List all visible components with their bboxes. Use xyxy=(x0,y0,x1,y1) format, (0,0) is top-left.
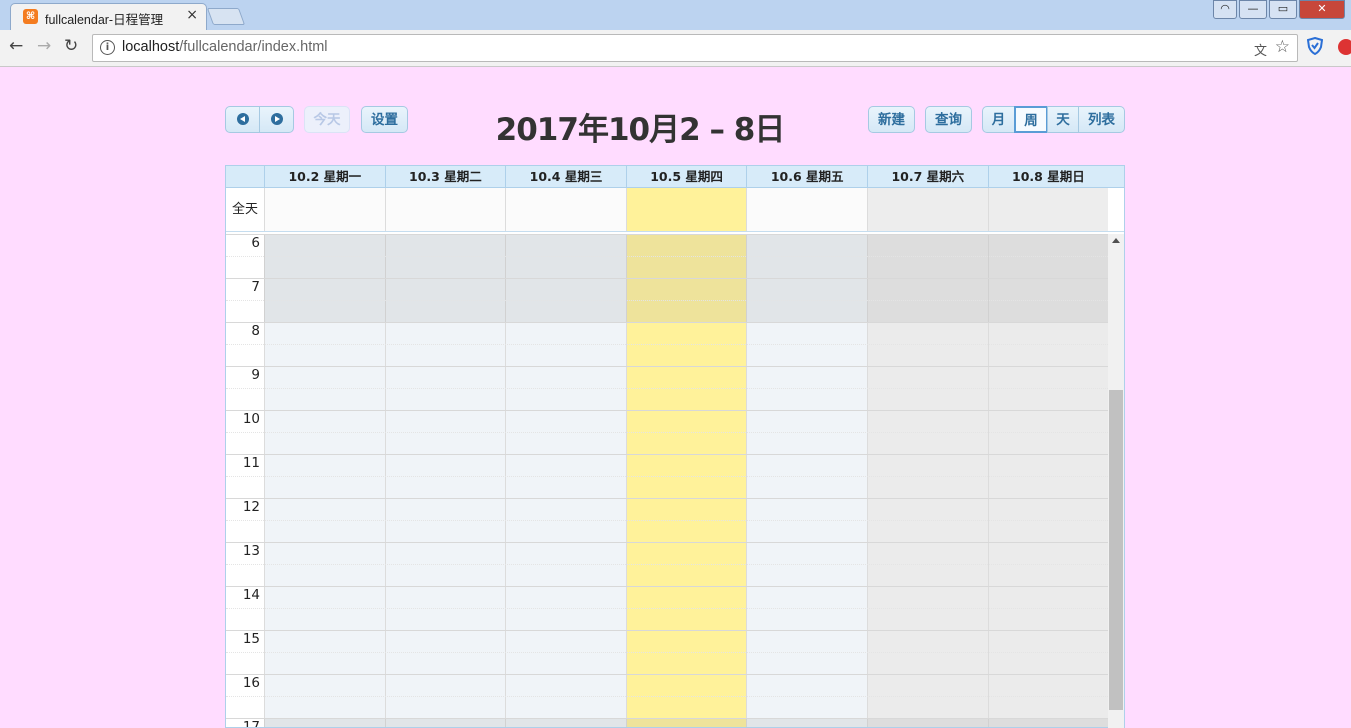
hour-line xyxy=(226,366,1108,367)
day-header: 10.8 星期日 xyxy=(987,166,1109,187)
hour-line xyxy=(226,322,1108,323)
reload-button[interactable]: ↻ xyxy=(64,36,78,56)
half-hour-line xyxy=(226,300,1108,301)
site-info-icon[interactable]: i xyxy=(100,40,115,55)
allday-label: 全天 xyxy=(231,202,258,217)
today-button[interactable]: 今天 xyxy=(304,106,350,133)
prev-button[interactable] xyxy=(225,106,260,133)
minimize-button[interactable]: — xyxy=(1239,0,1267,19)
browser-toolbar: ← → ↻ i localhost/fullcalendar/index.htm… xyxy=(0,30,1351,67)
half-hour-line xyxy=(226,344,1108,345)
xampp-favicon-icon: ⌘ xyxy=(23,9,38,24)
prev-arrow-icon xyxy=(236,112,249,125)
new-tab-button[interactable] xyxy=(206,8,246,25)
half-hour-line xyxy=(226,564,1108,565)
hour-label: 7 xyxy=(251,279,260,295)
scrollbar[interactable] xyxy=(1108,234,1124,728)
user-profile-icon[interactable]: ◠ xyxy=(1213,0,1237,19)
half-hour-line xyxy=(226,476,1108,477)
hour-line xyxy=(226,542,1108,543)
browser-tab[interactable]: ⌘ fullcalendar-日程管理 × xyxy=(10,3,207,31)
half-hour-line xyxy=(226,652,1108,653)
allday-cell[interactable] xyxy=(867,188,988,231)
hour-line xyxy=(226,410,1108,411)
settings-button[interactable]: 设置 xyxy=(361,106,408,133)
half-hour-line xyxy=(226,696,1108,697)
day-header: 10.2 星期一 xyxy=(264,166,385,187)
allday-cell[interactable] xyxy=(625,188,747,231)
half-hour-line xyxy=(226,520,1108,521)
day-header: 10.5 星期四 xyxy=(625,166,747,187)
hour-line xyxy=(226,674,1108,675)
day-header: 10.6 星期五 xyxy=(746,166,867,187)
hour-label: 13 xyxy=(242,543,260,559)
hour-label: 8 xyxy=(251,323,260,339)
hour-line xyxy=(226,586,1108,587)
day-header: 10.3 星期二 xyxy=(384,166,506,187)
allday-row: 全天 xyxy=(226,188,1124,235)
shield-extension-icon[interactable] xyxy=(1307,37,1323,55)
hour-label: 10 xyxy=(242,411,260,427)
half-hour-line xyxy=(226,388,1108,389)
allday-cell[interactable] xyxy=(384,188,506,231)
view-week-button[interactable]: 周 xyxy=(1014,106,1048,133)
hour-label: 11 xyxy=(242,455,260,471)
hour-label: 12 xyxy=(242,499,260,515)
maximize-button[interactable]: ▭ xyxy=(1269,0,1297,19)
day-header-row: 10.2 星期一 10.3 星期二 10.4 星期三 10.5 星期四 10.6 星期五… xyxy=(226,166,1124,188)
forward-button[interactable]: → xyxy=(37,36,51,56)
half-hour-line xyxy=(226,256,1108,257)
next-arrow-icon xyxy=(270,112,283,125)
day-header: 10.4 星期三 xyxy=(505,166,626,187)
hour-line xyxy=(226,454,1108,455)
allday-cell[interactable] xyxy=(264,188,385,231)
bookmark-star-icon[interactable]: ☆ xyxy=(1275,37,1290,57)
half-hour-line xyxy=(226,608,1108,609)
view-day-button[interactable]: 天 xyxy=(1047,106,1079,133)
hour-label: 17 xyxy=(242,719,260,728)
url-text[interactable]: localhost/fullcalendar/index.html xyxy=(122,39,328,55)
hour-label: 9 xyxy=(251,367,260,383)
calendar-title: 2017年10月2 – 8日 xyxy=(495,112,786,148)
allday-cell[interactable] xyxy=(505,188,626,231)
hour-line xyxy=(226,278,1108,279)
hour-line xyxy=(226,630,1108,631)
back-button[interactable]: ← xyxy=(9,36,23,56)
day-header: 10.7 星期六 xyxy=(867,166,988,187)
scroll-up-icon[interactable] xyxy=(1112,238,1120,243)
extension-icon[interactable] xyxy=(1338,39,1351,55)
translate-icon[interactable]: 文 xyxy=(1254,40,1267,59)
view-list-button[interactable]: 列表 xyxy=(1078,106,1125,133)
tab-title: fullcalendar-日程管理 xyxy=(45,13,164,27)
allday-cell[interactable] xyxy=(987,188,1109,231)
address-bar[interactable]: i localhost/fullcalendar/index.html 文 ☆ xyxy=(92,34,1298,62)
hour-line xyxy=(226,718,1108,719)
window-controls: ◠ — ▭ ✕ xyxy=(1211,0,1345,19)
non-business-hours xyxy=(264,718,1108,727)
time-slots[interactable]: 6 7 8 9 10 11 12 13 14 15 16 17 xyxy=(226,234,1124,728)
scroll-thumb[interactable] xyxy=(1109,390,1123,710)
hour-line xyxy=(226,498,1108,499)
new-event-button[interactable]: 新建 xyxy=(868,106,915,133)
hour-label: 16 xyxy=(242,675,260,691)
tab-close-icon[interactable]: × xyxy=(186,7,198,23)
week-grid: 10.2 星期一 10.3 星期二 10.4 星期三 10.5 星期四 10.6 星期五… xyxy=(225,165,1125,728)
hour-label: 14 xyxy=(242,587,260,603)
half-hour-line xyxy=(226,432,1108,433)
hour-label: 6 xyxy=(251,235,260,251)
hour-label: 15 xyxy=(242,631,260,647)
allday-cell[interactable] xyxy=(746,188,867,231)
hour-line xyxy=(226,234,1108,235)
view-month-button[interactable]: 月 xyxy=(982,106,1015,133)
close-window-button[interactable]: ✕ xyxy=(1299,0,1345,19)
next-button[interactable] xyxy=(259,106,294,133)
query-button[interactable]: 查询 xyxy=(925,106,972,133)
browser-tabstrip: ⌘ fullcalendar-日程管理 × ◠ — ▭ ✕ xyxy=(0,0,1351,31)
